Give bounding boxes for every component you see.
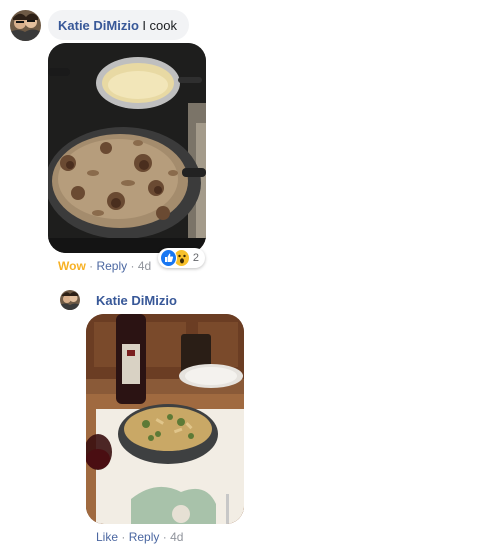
separator: · [89,259,94,273]
wow-reaction-link[interactable]: Wow [58,259,86,273]
reply-photo[interactable] [86,314,244,524]
separator: · [121,530,126,544]
separator: · [162,530,167,544]
comment-bubble: Katie DiMizio I cook [48,10,189,40]
reaction-count: 2 [192,252,199,264]
comment-photo[interactable] [48,43,206,253]
comment-actions: Wow · Reply · 4d [58,259,151,273]
separator: · [130,259,135,273]
timestamp[interactable]: 4d [170,530,183,544]
timestamp[interactable]: 4d [138,259,151,273]
reply-author-link[interactable]: Katie DiMizio [96,293,177,308]
reaction-summary[interactable]: 2 [158,248,205,268]
reply-link[interactable]: Reply [96,259,127,273]
reply-link[interactable]: Reply [129,530,160,544]
like-icon [160,249,177,267]
reply-avatar[interactable] [60,290,80,310]
like-link[interactable]: Like [96,530,118,544]
comment-text: I cook [142,17,177,33]
comment-author-link[interactable]: Katie DiMizio [58,18,139,33]
reply-actions: Like · Reply · 4d [96,530,183,544]
avatar[interactable] [10,10,41,41]
